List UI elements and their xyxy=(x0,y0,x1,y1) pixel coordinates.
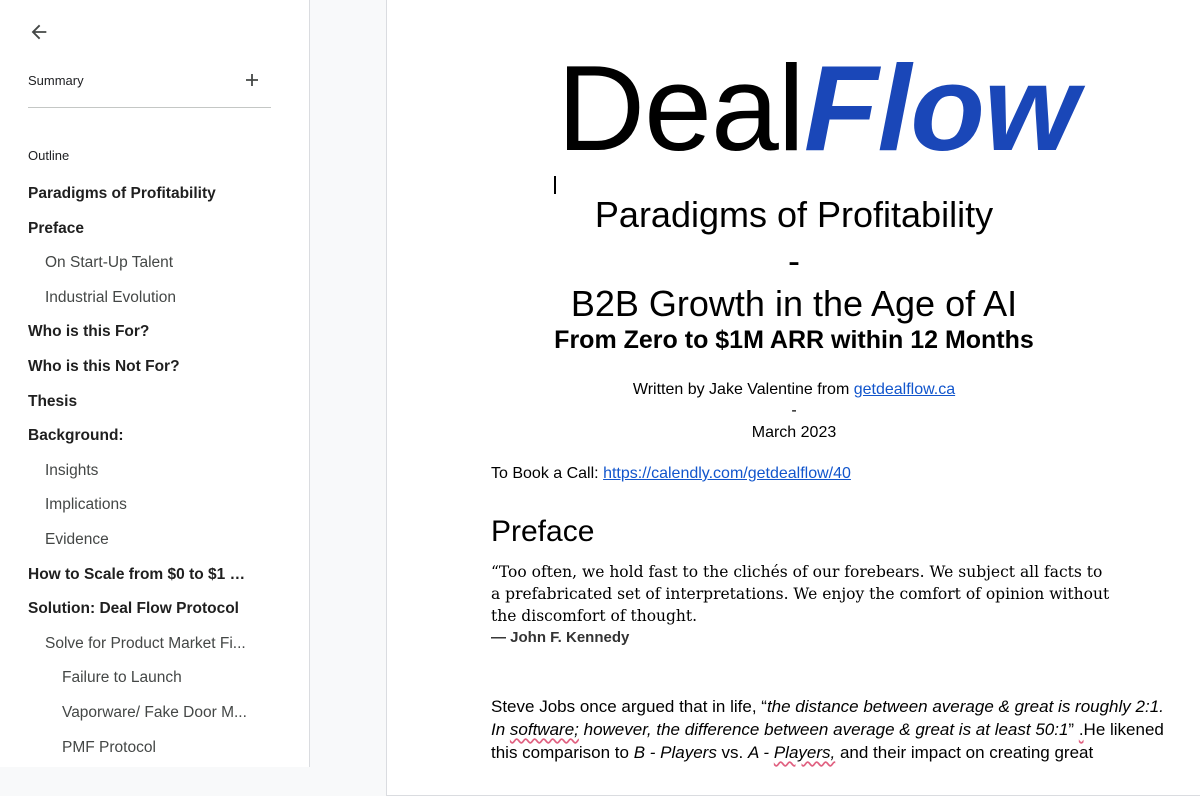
author-website-link[interactable]: getdealflow.ca xyxy=(854,381,955,398)
arrow-back-icon xyxy=(31,24,47,40)
logo-deal-text: Deal xyxy=(557,40,805,176)
dealflow-logo: DealFlow xyxy=(557,47,1079,169)
add-summary-button[interactable] xyxy=(242,70,262,90)
document-page[interactable]: DealFlow Paradigms of Profitability - B2… xyxy=(386,0,1200,796)
document-date: March 2023 xyxy=(751,424,837,441)
outline-item[interactable]: Evidence xyxy=(0,523,310,558)
para-text-2: ” xyxy=(1068,720,1079,739)
logo-flow-text: Flow xyxy=(803,40,1079,176)
outline-item[interactable]: Solve for Product Market Fi... xyxy=(0,627,310,662)
para-italic-b-players: B - Players xyxy=(633,743,717,762)
outline-item[interactable]: Thesis xyxy=(0,385,310,420)
calendly-link[interactable]: https://calendly.com/getdealflow/40 xyxy=(603,465,851,482)
outline-item-label: PMF Protocol xyxy=(62,738,156,756)
title-separator: - xyxy=(788,240,800,281)
back-arrow-button[interactable] xyxy=(24,18,54,46)
outline-item[interactable]: On Start-Up Talent xyxy=(0,246,310,281)
outline-item-label: Failure to Launch xyxy=(62,669,182,687)
outline-item[interactable]: Background: xyxy=(0,419,310,454)
outline-item-label: On Start-Up Talent xyxy=(45,254,174,272)
outline-item[interactable]: Implications xyxy=(0,488,310,523)
document-subtitle: From Zero to $1M ARR within 12 Months xyxy=(554,326,1034,354)
quote-author: — John F. Kennedy xyxy=(491,629,630,646)
outline-item-label: Solution: Deal Flow Protocol xyxy=(28,600,239,618)
outline-item-label: Solve for Product Market Fi... xyxy=(45,634,246,652)
outline-item[interactable]: Paradigms of Profitability xyxy=(0,177,310,212)
outline-item[interactable]: Preface xyxy=(0,212,310,247)
outline-item[interactable]: Vaporware/ Fake Door M... xyxy=(0,696,310,731)
outline-item[interactable]: PMF Protocol xyxy=(0,731,310,766)
document-outline-sidebar: Summary Outline Paradigms of Profitabili… xyxy=(0,0,310,767)
outline-item-label: Paradigms of Profitability xyxy=(28,185,216,202)
para-misspelled-software[interactable]: software; xyxy=(510,720,579,739)
outline-item[interactable]: Who is this Not For? xyxy=(0,350,310,385)
author-prefix: Written by Jake Valentine from xyxy=(632,381,854,398)
outline-item-label: Vaporware/ Fake Door M... xyxy=(62,703,247,721)
para-italic-3: however, the difference between average … xyxy=(578,720,1069,739)
document-canvas[interactable]: DealFlow Paradigms of Profitability - B2… xyxy=(310,0,1200,796)
document-title: Paradigms of Profitability xyxy=(594,194,994,235)
outline-item-label: Who is this Not For? xyxy=(28,357,180,375)
outline-item[interactable]: Insights xyxy=(0,454,310,489)
outline-item-label: Evidence xyxy=(45,530,109,548)
para-text-5: vs. xyxy=(716,743,748,762)
outline-item[interactable]: Industrial Evolution xyxy=(0,281,310,316)
outline-item-label: Thesis xyxy=(28,392,78,410)
summary-divider xyxy=(28,107,271,108)
outline-item-label: Implications xyxy=(45,496,127,514)
outline-list: Paradigms of Profitability Preface On Star… xyxy=(0,177,310,765)
summary-label: Summary xyxy=(28,73,84,88)
outline-item[interactable]: How to Scale from $0 to $1 M... xyxy=(0,558,310,593)
outline-item-label: Background: xyxy=(28,427,124,445)
kennedy-quote: “Too often, we hold fast to the clichés … xyxy=(491,563,1110,625)
document-title-line2: B2B Growth in the Age of AI xyxy=(570,283,1018,324)
para-italic-a: A - xyxy=(748,743,774,762)
preface-heading: Preface xyxy=(491,515,595,548)
date-separator: - xyxy=(791,402,797,419)
outline-item-label: Preface xyxy=(28,219,85,237)
plus-icon xyxy=(246,74,258,86)
para-text-1: Steve Jobs once argued that in life, “ xyxy=(491,697,767,716)
author-line: Written by Jake Valentine from getdealfl… xyxy=(387,381,1200,399)
outline-item-label: Who is this For? xyxy=(28,323,150,341)
para-misspelled-players[interactable]: Players, xyxy=(774,743,835,762)
call-prefix: To Book a Call: xyxy=(491,465,604,482)
outline-item[interactable]: Who is this For? xyxy=(0,315,310,350)
book-call-line: To Book a Call: https://calendly.com/get… xyxy=(491,465,851,483)
outline-label: Outline xyxy=(28,148,70,163)
para-text-6: and their impact on creating great xyxy=(835,743,1094,762)
outline-item-label: Industrial Evolution xyxy=(45,288,176,306)
steve-jobs-paragraph: Steve Jobs once argued that in life, “th… xyxy=(491,695,1181,764)
outline-item[interactable]: Failure to Launch xyxy=(0,661,310,696)
outline-item-label: Insights xyxy=(45,461,99,479)
text-cursor xyxy=(554,176,556,194)
outline-item[interactable]: Solution: Deal Flow Protocol xyxy=(0,592,310,627)
outline-item-label: How to Scale from $0 to $1 M... xyxy=(28,565,251,583)
